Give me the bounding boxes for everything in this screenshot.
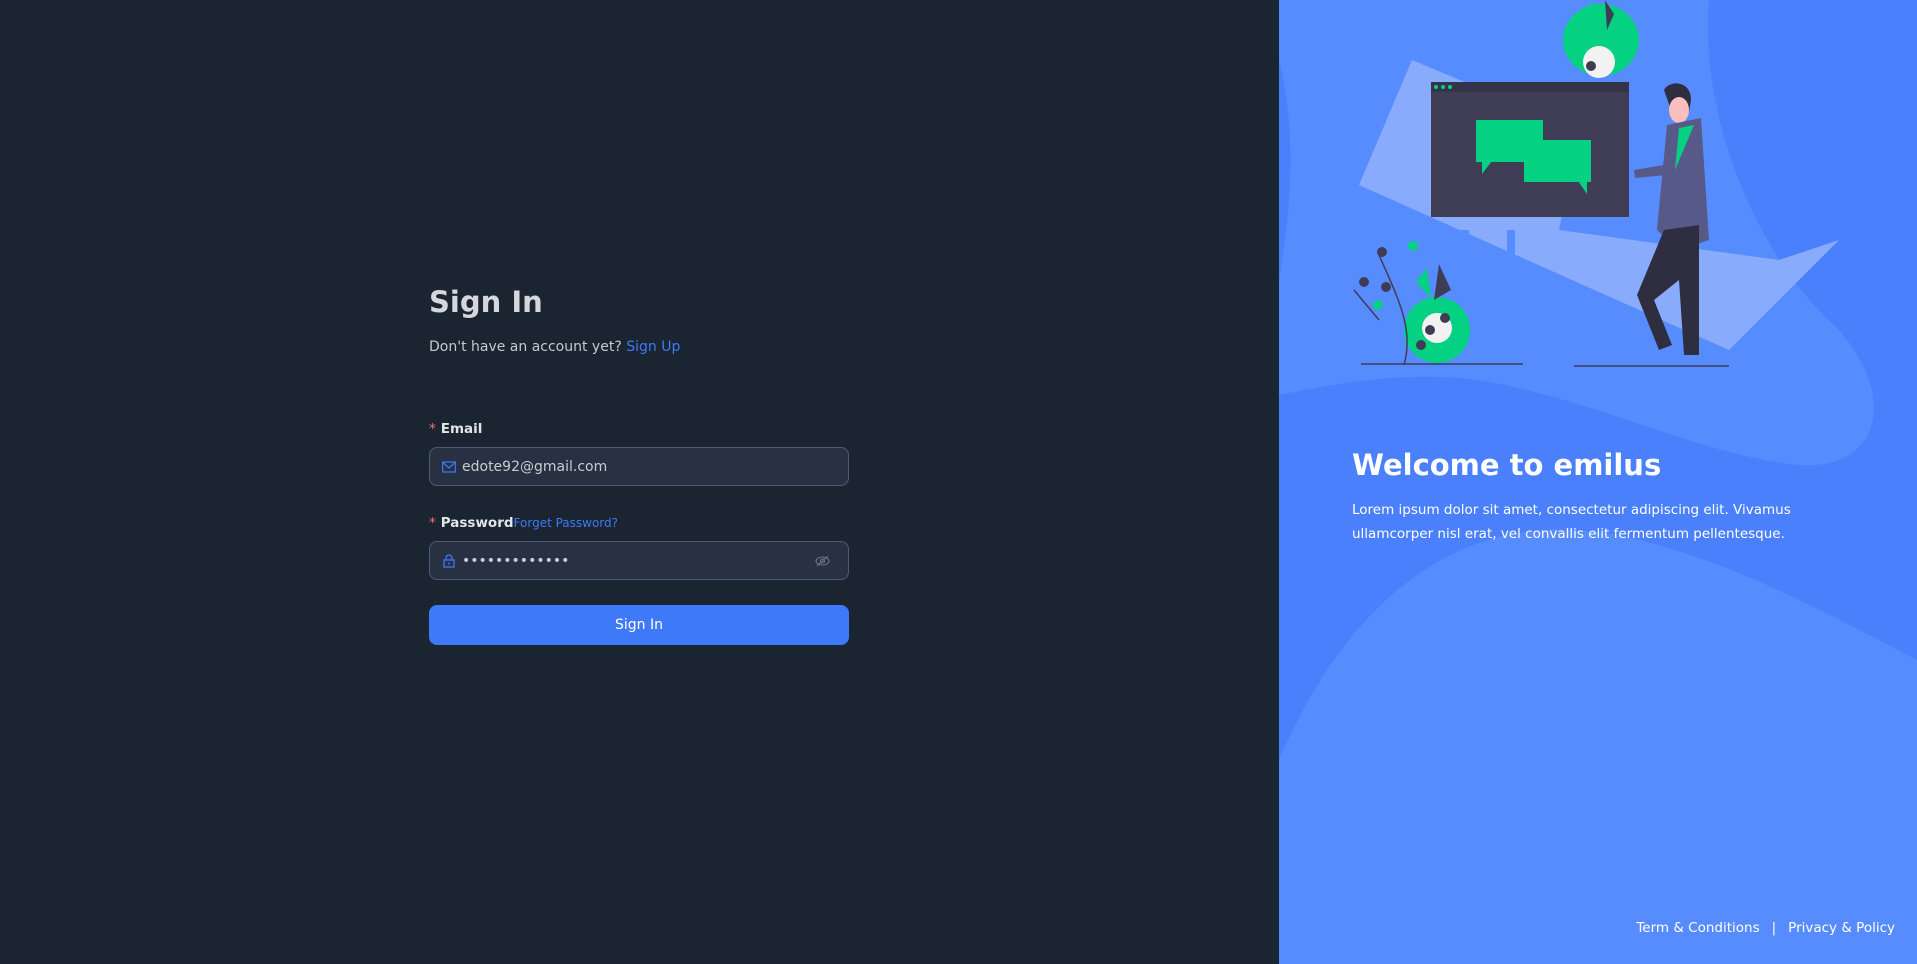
required-mark: * <box>429 515 436 531</box>
terms-link[interactable]: Term & Conditions <box>1636 920 1759 936</box>
forgot-password-link[interactable]: Forget Password? <box>514 516 618 530</box>
footer-separator: | <box>1771 920 1777 936</box>
password-field[interactable]: ••••••••••••• <box>429 541 849 580</box>
welcome-description: Lorem ipsum dolor sit amet, consectetur … <box>1352 502 1791 542</box>
password-value: ••••••••••••• <box>462 552 570 569</box>
email-label-text: Email <box>440 421 483 437</box>
mail-icon <box>442 460 456 473</box>
sign-in-button[interactable]: Sign In <box>429 605 849 645</box>
sign-in-form: Sign In Don't have an account yet? Sign … <box>429 285 849 645</box>
promo-panel: Welcome to emilus Lorem ipsum dolor sit … <box>1279 0 1917 964</box>
sign-up-link[interactable]: Sign Up <box>626 339 680 355</box>
signup-prompt: Don't have an account yet? Sign Up <box>429 339 849 355</box>
eye-off-icon[interactable] <box>815 555 830 567</box>
footer-links: Term & Conditions | Privacy & Policy <box>1636 920 1895 936</box>
lock-icon <box>443 553 455 568</box>
welcome-title: Welcome to emilus <box>1352 448 1662 482</box>
signup-prompt-text: Don't have an account yet? <box>429 339 622 355</box>
password-label: * Password Forget Password? <box>429 513 849 533</box>
sign-in-panel: Sign In Don't have an account yet? Sign … <box>0 0 1279 964</box>
email-field[interactable]: edote92@gmail.com <box>429 447 849 486</box>
email-value: edote92@gmail.com <box>462 458 608 475</box>
login-illustration <box>1279 0 1917 964</box>
required-mark: * <box>429 421 436 437</box>
page-title: Sign In <box>429 285 543 319</box>
privacy-link[interactable]: Privacy & Policy <box>1788 920 1895 936</box>
password-label-text: Password <box>440 515 514 531</box>
email-label: * Email <box>429 419 849 439</box>
